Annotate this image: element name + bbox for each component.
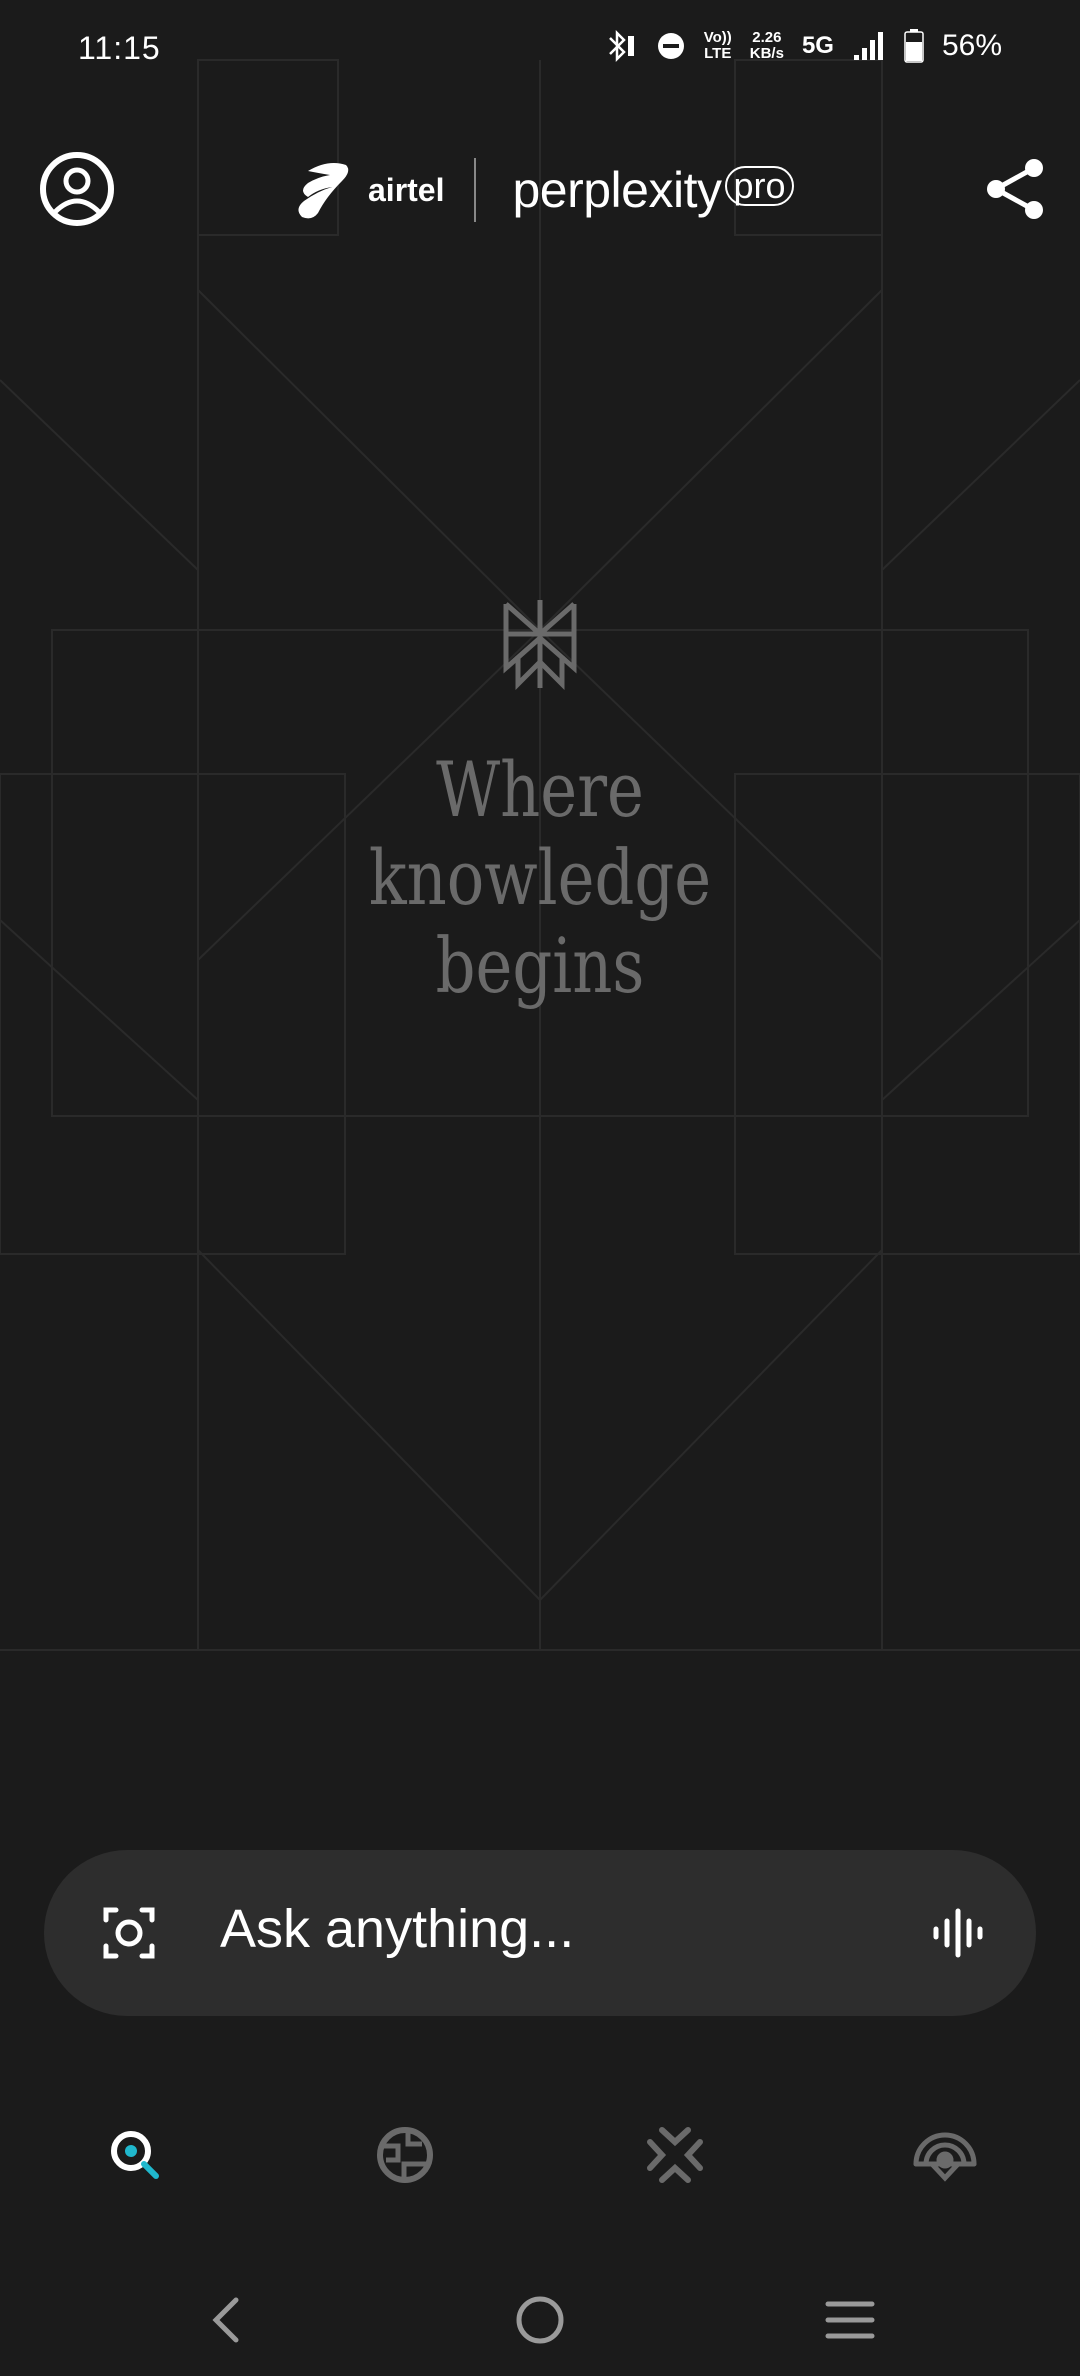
background-pattern xyxy=(0,59,1080,1651)
signal-icon xyxy=(853,32,883,60)
volte-top-text: Vo)) xyxy=(703,29,732,46)
perplexity-logo-icon xyxy=(503,600,577,690)
hero-tagline: Where knowledge begins xyxy=(97,746,983,1010)
partner-name: airtel xyxy=(368,171,445,208)
nav-discover-globe-icon[interactable] xyxy=(370,2120,440,2190)
home-icon[interactable] xyxy=(510,2290,570,2350)
battery-icon xyxy=(904,29,924,63)
search-input[interactable]: Ask anything... xyxy=(220,1898,574,1960)
volte-bottom-text: LTE xyxy=(704,45,732,62)
network-type: 5G xyxy=(801,32,834,59)
voice-mode-icon[interactable] xyxy=(930,1905,986,1961)
status-time: 11:15 xyxy=(78,30,161,66)
back-icon[interactable] xyxy=(198,2290,258,2350)
system-navigation-bar xyxy=(0,2270,1080,2370)
profile-icon[interactable] xyxy=(38,150,116,228)
nav-spaces-sparkle-icon[interactable] xyxy=(640,2120,710,2190)
volte-indicator: Vo)) LTE xyxy=(704,30,732,62)
battery-percent: 56% xyxy=(941,29,1002,62)
share-icon[interactable] xyxy=(980,154,1050,224)
recent-apps-icon[interactable] xyxy=(820,2290,880,2350)
bluetooth-icon xyxy=(608,29,634,63)
bottom-nav xyxy=(0,2120,1080,2200)
status-icons: Vo)) LTE 2.26 KB/s 5G 56% xyxy=(602,28,1002,64)
speed-unit: KB/s xyxy=(749,45,784,62)
tagline-line-3: begins xyxy=(435,921,645,1010)
camera-scan-icon[interactable] xyxy=(102,1906,156,1960)
nav-search-icon[interactable] xyxy=(100,2120,170,2190)
tagline-line-1: Where xyxy=(436,745,644,834)
network-speed: 2.26 KB/s xyxy=(750,30,784,62)
status-bar: 11:15 Vo)) LTE 2.26 KB/s 5G 56% xyxy=(0,0,1080,100)
speed-value: 2.26 xyxy=(752,29,782,46)
do-not-disturb-icon xyxy=(657,33,684,59)
brand-divider xyxy=(474,158,477,222)
nav-library-icon[interactable] xyxy=(910,2120,980,2190)
app-header: airtel perplexity pro xyxy=(0,130,1080,250)
app-name: perplexity xyxy=(512,162,722,218)
brand-lockup: airtel perplexity pro xyxy=(288,150,794,230)
pro-badge: pro xyxy=(725,166,794,206)
ask-input-bar[interactable]: Ask anything... xyxy=(44,1850,1036,2016)
airtel-logo-icon xyxy=(298,163,349,219)
tagline-line-2: knowledge xyxy=(368,833,712,922)
